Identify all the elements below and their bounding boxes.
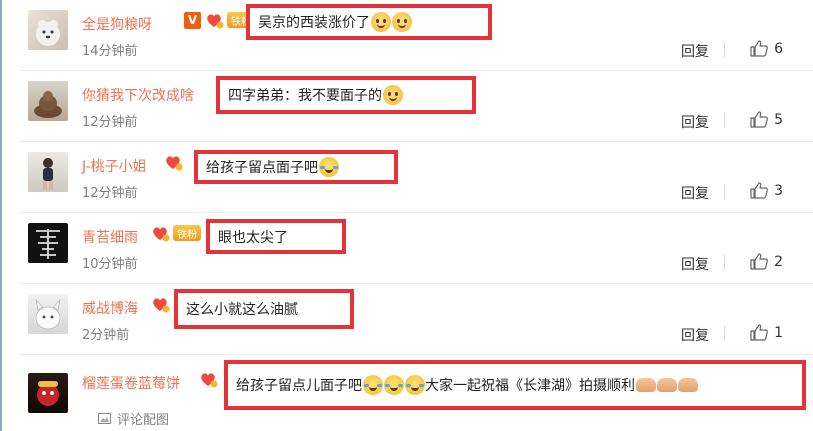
laugh-cry-emoji-icon bbox=[384, 375, 404, 395]
comment-time: 10分钟前 bbox=[82, 257, 138, 272]
comment-time: 14分钟前 bbox=[82, 44, 138, 59]
username[interactable]: 全是狗粮呀 bbox=[82, 14, 152, 34]
avatar[interactable] bbox=[28, 294, 68, 334]
like-count: 1 bbox=[774, 324, 783, 341]
thumbs-up-icon bbox=[750, 111, 768, 128]
verified-v-icon[interactable]: V bbox=[184, 11, 201, 29]
reply-button[interactable]: 回复 bbox=[681, 325, 709, 345]
comment-time: 12分钟前 bbox=[82, 186, 138, 201]
heart-member-icon[interactable] bbox=[198, 369, 218, 389]
comment-item: J-桃子小姐 12分钟前 给孩子留点面子吧 回复 3 bbox=[20, 142, 813, 213]
shy-emoji-icon bbox=[371, 12, 391, 32]
username[interactable]: 青苔细雨 bbox=[82, 227, 138, 247]
avatar[interactable] bbox=[28, 10, 68, 50]
comment-text: 眼也太尖了 bbox=[218, 229, 288, 246]
comment-text: 给孩子留点儿面子吧 bbox=[236, 378, 362, 394]
comment-text: 这么小就这么油腻 bbox=[186, 302, 298, 318]
divider bbox=[724, 42, 725, 57]
reply-button[interactable]: 回复 bbox=[681, 254, 709, 274]
comment-text: 四字弟弟：我不要面子的 bbox=[228, 88, 382, 104]
laugh-cry-emoji-icon bbox=[363, 375, 383, 395]
comment-time: 2分钟前 bbox=[82, 328, 130, 343]
comment-with-picture[interactable]: 评论配图 bbox=[98, 409, 169, 428]
comment-text-continued: 大家一起祝福《长津湖》拍摄顺利 bbox=[425, 378, 635, 394]
like-count: 2 bbox=[774, 253, 783, 270]
user-badges: V 铁粉 bbox=[184, 10, 255, 30]
user-badges bbox=[198, 369, 218, 389]
username[interactable]: J-桃子小姐 bbox=[82, 156, 147, 176]
highlighted-comment-text: 这么小就这么油腻 bbox=[174, 289, 354, 329]
like-button[interactable]: 6 bbox=[750, 40, 783, 57]
heart-member-icon[interactable] bbox=[150, 294, 170, 314]
window-frame-edge bbox=[0, 0, 2, 431]
shy-emoji-icon bbox=[392, 12, 412, 32]
avatar[interactable] bbox=[28, 81, 68, 121]
highlighted-comment-text: 给孩子留点面子吧 bbox=[194, 150, 398, 184]
heart-member-icon[interactable] bbox=[204, 10, 224, 30]
avatar[interactable] bbox=[28, 152, 68, 192]
comment-time: 12分钟前 bbox=[82, 115, 138, 130]
like-count: 5 bbox=[774, 111, 783, 128]
comment-item: 榴莲蛋卷蓝莓饼 评论配图 给孩子留点儿面子吧 大家一起祝福《长津湖》拍摄顺利 bbox=[20, 355, 813, 431]
comment-text: 吴京的西装涨价了 bbox=[258, 15, 370, 31]
image-icon bbox=[98, 413, 111, 424]
thumbs-up-icon bbox=[750, 324, 768, 341]
comment-item: 你猜我下次改成啥 12分钟前 四字弟弟：我不要面子的 回复 5 bbox=[20, 71, 813, 142]
like-count: 3 bbox=[774, 182, 783, 199]
comment-item: 全是狗粮呀 V 铁粉 14分钟前 吴京的西装涨价了 回复 6 bbox=[20, 0, 813, 71]
divider bbox=[724, 184, 725, 199]
heart-member-icon[interactable] bbox=[150, 223, 170, 243]
divider bbox=[724, 113, 725, 128]
like-count: 6 bbox=[774, 40, 783, 57]
avatar[interactable] bbox=[28, 223, 68, 263]
username[interactable]: 你猜我下次改成啥 bbox=[82, 85, 194, 105]
comment-item: 青苔细雨 铁粉 10分钟前 眼也太尖了 回复 2 bbox=[20, 213, 813, 284]
username[interactable]: 榴莲蛋卷蓝莓饼 bbox=[82, 373, 180, 393]
highlighted-comment-text: 吴京的西装涨价了 bbox=[246, 4, 492, 40]
thumbs-up-icon bbox=[750, 253, 768, 270]
reply-button[interactable]: 回复 bbox=[681, 183, 709, 203]
laugh-cry-emoji-icon bbox=[319, 157, 339, 177]
user-badges bbox=[150, 294, 170, 314]
thumbs-up-icon bbox=[750, 40, 768, 57]
username[interactable]: 威战博海 bbox=[82, 298, 138, 318]
laugh-cry-emoji-icon bbox=[405, 375, 425, 395]
like-button[interactable]: 2 bbox=[750, 253, 783, 270]
reply-button[interactable]: 回复 bbox=[681, 112, 709, 132]
avatar[interactable] bbox=[28, 373, 68, 413]
comment-with-picture-label: 评论配图 bbox=[117, 413, 170, 428]
highlighted-comment-text: 眼也太尖了 bbox=[206, 219, 346, 254]
reply-button[interactable]: 回复 bbox=[681, 41, 709, 61]
like-button[interactable]: 1 bbox=[750, 324, 783, 341]
flexed-biceps-emoji-icon bbox=[678, 378, 698, 392]
user-badges: 铁粉 bbox=[150, 223, 201, 243]
like-button[interactable]: 5 bbox=[750, 111, 783, 128]
iron-fan-badge[interactable]: 铁粉 bbox=[173, 225, 201, 241]
heart-member-icon[interactable] bbox=[163, 152, 183, 172]
like-button[interactable]: 3 bbox=[750, 182, 783, 199]
divider bbox=[724, 326, 725, 341]
thumbs-up-icon bbox=[750, 182, 768, 199]
comment-item: 威战博海 2分钟前 这么小就这么油腻 回复 1 bbox=[20, 284, 813, 355]
highlighted-comment-text: 四字弟弟：我不要面子的 bbox=[216, 76, 476, 114]
shy-emoji-icon bbox=[383, 85, 403, 105]
user-badges bbox=[163, 152, 183, 172]
divider bbox=[724, 255, 725, 270]
highlighted-comment-text: 给孩子留点儿面子吧 大家一起祝福《长津湖》拍摄顺利 bbox=[224, 360, 806, 410]
comment-text: 给孩子留点面子吧 bbox=[206, 160, 318, 176]
flexed-biceps-emoji-icon bbox=[657, 378, 677, 392]
flexed-biceps-emoji-icon bbox=[636, 378, 656, 392]
